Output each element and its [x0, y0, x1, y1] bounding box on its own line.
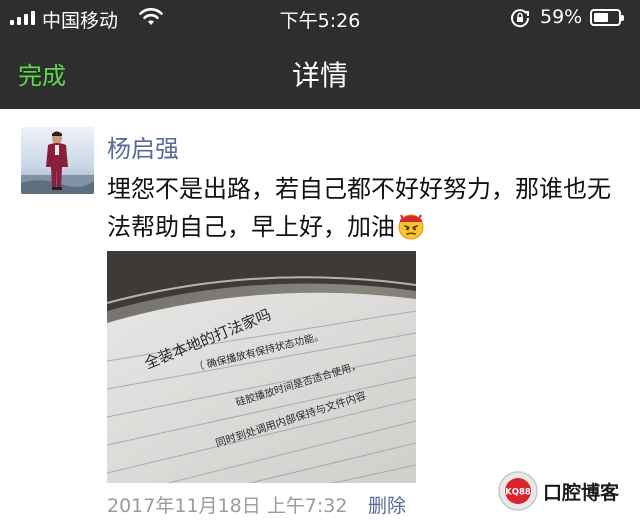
- battery-percent: 59%: [540, 6, 583, 28]
- post-photo[interactable]: 全装本地的打法家吗 （ 确保播放有保持状态功能。 硅胶播放时间是否适合使用， 同…: [107, 251, 416, 483]
- page-title: 详情: [291, 59, 348, 92]
- post-timestamp: 2017年11月18日 上午7:32: [107, 495, 348, 517]
- top-bar: 中国移动 下午5:26 59% 完成 详情: [0, 0, 640, 109]
- rotation-lock-icon: [511, 9, 530, 28]
- avatar[interactable]: [21, 127, 94, 194]
- watermark-badge: KQ88: [505, 488, 531, 498]
- watermark-text: 口腔博客: [543, 482, 620, 504]
- determined-face-emoji-icon: [398, 214, 424, 240]
- battery-icon: [590, 9, 624, 26]
- delete-button[interactable]: 删除: [368, 491, 406, 518]
- post-text: 埋怨不是出路，若自己都不好好努力，那谁也无法帮助自己，早上好，加油: [107, 170, 627, 246]
- author-name[interactable]: 杨启强: [107, 129, 179, 164]
- post-text-content: 埋怨不是出路，若自己都不好好努力，那谁也无法帮助自己，早上好，加油: [107, 175, 611, 241]
- status-bar: 中国移动 下午5:26 59%: [0, 0, 640, 36]
